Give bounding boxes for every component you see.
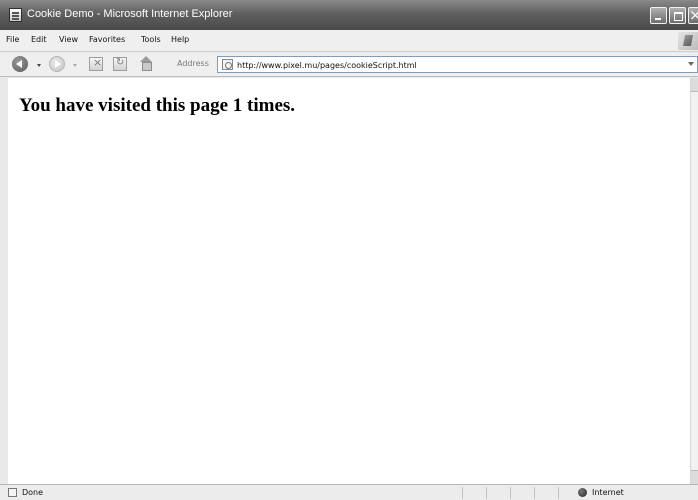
status-text: Done <box>22 488 44 497</box>
scroll-up-button[interactable] <box>691 78 698 92</box>
windows-logo-icon <box>678 32 698 50</box>
page-content: You have visited this page 1 times. <box>8 78 690 484</box>
address-input[interactable] <box>237 59 657 71</box>
toolbar: Address <box>0 53 698 77</box>
menu-favorites[interactable]: Favorites <box>89 35 125 44</box>
address-bar[interactable] <box>217 56 698 73</box>
forward-arrow-icon[interactable] <box>49 56 65 72</box>
menu-bar: File Edit View Favorites Tools Help <box>0 30 698 52</box>
status-divider <box>558 487 559 499</box>
menu-help[interactable]: Help <box>171 35 189 44</box>
address-label: Address <box>177 59 209 68</box>
status-divider <box>462 487 463 499</box>
menu-tools[interactable]: Tools <box>141 35 161 44</box>
globe-icon <box>578 488 587 497</box>
security-zone-label: Internet <box>592 488 624 497</box>
stop-icon[interactable] <box>89 56 103 71</box>
visit-count-message: You have visited this page 1 times. <box>19 95 296 116</box>
back-arrow-icon[interactable] <box>12 56 28 72</box>
page-done-icon <box>8 488 17 497</box>
home-icon[interactable] <box>139 56 153 71</box>
title-bar: Cookie Demo - Microsoft Internet Explore… <box>0 0 698 30</box>
status-divider <box>510 487 511 499</box>
menu-view[interactable]: View <box>59 35 78 44</box>
minimize-button[interactable] <box>650 7 667 24</box>
address-dropdown-icon[interactable] <box>688 62 694 66</box>
status-divider <box>486 487 487 499</box>
forward-dropdown-icon[interactable] <box>73 64 77 67</box>
menu-file[interactable]: File <box>6 35 19 44</box>
page-icon <box>222 59 233 70</box>
status-divider <box>534 487 535 499</box>
browser-window: Cookie Demo - Microsoft Internet Explore… <box>0 0 698 500</box>
maximize-button[interactable] <box>669 7 686 24</box>
refresh-icon[interactable] <box>113 57 127 71</box>
close-button[interactable] <box>688 6 698 24</box>
window-title: Cookie Demo - Microsoft Internet Explore… <box>27 8 233 20</box>
vertical-scrollbar[interactable] <box>690 78 698 484</box>
ie-page-icon <box>9 8 22 22</box>
menu-edit[interactable]: Edit <box>31 35 47 44</box>
scroll-down-button[interactable] <box>691 470 698 484</box>
status-bar: Done Internet <box>0 484 698 500</box>
back-dropdown-icon[interactable] <box>37 64 41 67</box>
